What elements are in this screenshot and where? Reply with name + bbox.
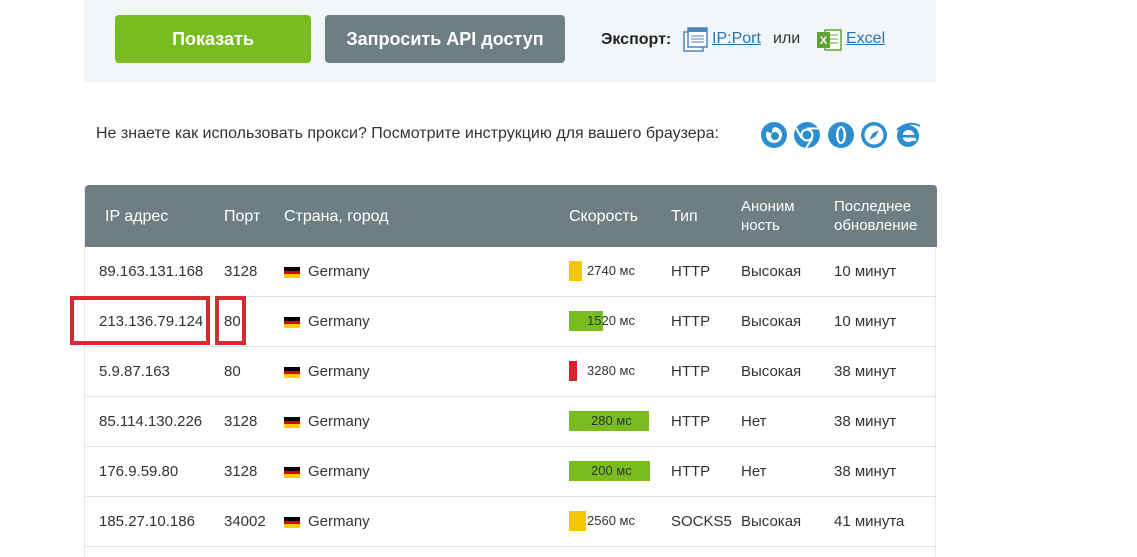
proxy-table: IP адрес Порт Страна, город Скорость Тип… [84, 185, 937, 557]
germany-flag-icon [284, 367, 300, 379]
country-cell: Germany [308, 363, 370, 380]
speed-value: 3280 мс [587, 363, 635, 378]
ipport-file-icon[interactable] [683, 27, 709, 53]
ip-cell[interactable]: 89.163.131.168 [99, 263, 203, 280]
show-button[interactable]: Показать [115, 15, 311, 63]
excel-file-icon[interactable]: X [816, 27, 842, 53]
safari-icon[interactable] [860, 121, 888, 149]
germany-flag-icon [284, 267, 300, 279]
germany-flag-icon [284, 417, 300, 429]
ip-highlight-box [70, 296, 210, 345]
table-row: 89.163.131.168 3128 Germany 2740 мс HTTP… [85, 247, 937, 297]
type-cell: HTTP [671, 413, 711, 430]
port-cell[interactable]: 3128 [224, 413, 257, 430]
updated-cell: 38 минут [834, 463, 897, 480]
ie-icon[interactable] [894, 121, 922, 149]
port-cell[interactable]: 80 [224, 363, 241, 380]
type-cell: HTTP [671, 363, 711, 380]
speed-bar [569, 261, 582, 281]
chrome-icon[interactable] [793, 121, 821, 149]
germany-flag-icon [284, 467, 300, 479]
firefox-icon[interactable] [760, 121, 788, 149]
updated-cell: 41 минута [834, 513, 905, 530]
speed-value: 280 мс [591, 413, 632, 428]
country-cell: Germany [308, 263, 370, 280]
ip-cell[interactable]: 176.9.59.80 [99, 463, 178, 480]
opera-icon[interactable] [827, 121, 855, 149]
updated-cell: 38 минут [834, 363, 897, 380]
anonymity-cell: Высокая [741, 513, 802, 530]
header-updated[interactable]: Последнее обновление [834, 197, 917, 235]
export-label: Экспорт: [601, 31, 672, 48]
speed-value: 200 мс [591, 463, 632, 478]
anonymity-cell: Высокая [741, 263, 802, 280]
table-header: IP адрес Порт Страна, город Скорость Тип… [85, 185, 937, 247]
header-speed[interactable]: Скорость [569, 207, 638, 226]
table-row: 185.27.10.186 34002 Germany 2560 мс SOCK… [85, 497, 937, 547]
port-cell[interactable]: 34002 [224, 513, 266, 530]
export-ipport-link[interactable]: IP:Port [712, 30, 761, 48]
germany-flag-icon [284, 317, 300, 329]
filter-panel: Показать Запросить API доступ Экспорт: I… [84, 0, 936, 82]
header-updated-line2: обновление [834, 217, 918, 234]
export-or-text: или [773, 30, 801, 47]
updated-cell: 10 минут [834, 263, 897, 280]
header-country[interactable]: Страна, город [284, 207, 388, 226]
anonymity-cell: Нет [741, 463, 767, 480]
header-anonymity[interactable]: Аноним ность [741, 197, 795, 235]
table-row: 5.9.87.163 80 Germany 3280 мс HTTP Высок… [85, 347, 937, 397]
header-anonymity-line1: Аноним [741, 198, 795, 215]
speed-bar [569, 361, 577, 381]
ip-cell[interactable]: 5.9.87.163 [99, 363, 170, 380]
table-row: 213.136.79.124 80 Germany 1520 мс HTTP В… [85, 297, 937, 347]
country-cell: Germany [308, 463, 370, 480]
header-port[interactable]: Порт [224, 207, 260, 226]
updated-cell: 38 минут [834, 413, 897, 430]
ip-cell[interactable]: 85.114.130.226 [99, 413, 202, 430]
port-cell[interactable]: 3128 [224, 263, 257, 280]
header-anonymity-line2: ность [741, 217, 780, 234]
header-ip[interactable]: IP адрес [105, 207, 168, 226]
port-cell[interactable]: 3128 [224, 463, 257, 480]
speed-value: 1520 мс [587, 313, 635, 328]
type-cell: HTTP [671, 463, 711, 480]
svg-text:X: X [820, 35, 828, 47]
type-cell: SOCKS5 [671, 513, 732, 530]
type-cell: HTTP [671, 313, 711, 330]
header-type[interactable]: Тип [671, 207, 698, 226]
country-cell: Germany [308, 513, 370, 530]
table-row: 176.9.59.80 3128 Germany 200 мс HTTP Нет… [85, 447, 937, 497]
country-cell: Germany [308, 313, 370, 330]
request-api-button[interactable]: Запросить API доступ [325, 15, 565, 63]
country-cell: Germany [308, 413, 370, 430]
table-row-partial [85, 547, 937, 557]
updated-cell: 10 минут [834, 313, 897, 330]
header-updated-line1: Последнее [834, 198, 912, 215]
export-excel-link[interactable]: Excel [846, 30, 885, 48]
germany-flag-icon [284, 517, 300, 529]
anonymity-cell: Нет [741, 413, 767, 430]
anonymity-cell: Высокая [741, 363, 802, 380]
table-row: 85.114.130.226 3128 Germany 280 мс HTTP … [85, 397, 937, 447]
port-highlight-box [215, 296, 246, 345]
anonymity-cell: Высокая [741, 313, 802, 330]
speed-value: 2740 мс [587, 263, 635, 278]
ip-cell[interactable]: 185.27.10.186 [99, 513, 195, 530]
speed-value: 2560 мс [587, 513, 635, 528]
browser-help-text: Не знаете как использовать прокси? Посмо… [96, 125, 719, 142]
type-cell: HTTP [671, 263, 711, 280]
speed-bar [569, 511, 586, 531]
